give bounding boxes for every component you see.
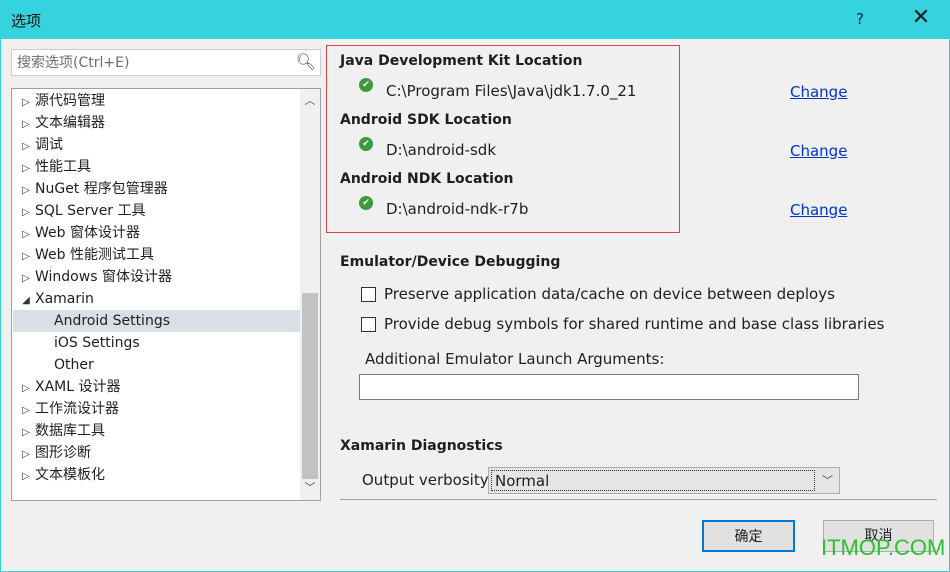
tree-item-label: Web 性能测试工具 xyxy=(35,247,154,263)
tree-item-label: iOS Settings xyxy=(54,335,140,351)
expand-arrow-icon[interactable]: ▷ xyxy=(17,422,35,444)
tree-item-label: Android Settings xyxy=(54,313,170,329)
verbosity-select[interactable]: Normal ﹀ xyxy=(488,467,840,494)
search-box: 🔍︎ xyxy=(11,49,321,76)
tree-item[interactable]: ▷ 源代码管理 xyxy=(13,90,300,112)
change-link[interactable]: Change xyxy=(790,83,847,101)
expand-arrow-icon[interactable]: ▷ xyxy=(17,378,35,400)
tree-item-label: 文本编辑器 xyxy=(35,115,105,131)
verbosity-value: Normal xyxy=(491,470,815,491)
expand-arrow-icon[interactable]: ▷ xyxy=(17,224,35,246)
divider xyxy=(340,499,937,500)
tree-item[interactable]: ▷ SQL Server 工具 xyxy=(13,200,300,222)
debug-symbols-label: Provide debug symbols for shared runtime… xyxy=(384,315,885,333)
location-path: ✔ D:\android-ndk-r7b xyxy=(359,196,529,218)
scroll-down-icon[interactable]: ﹀ xyxy=(300,479,320,495)
tree-item[interactable]: ▷ 文本编辑器 xyxy=(13,112,300,134)
location-path-text: D:\android-sdk xyxy=(386,141,497,159)
tree-item-label: 工作流设计器 xyxy=(35,401,119,417)
location-heading: Java Development Kit Location xyxy=(340,53,583,69)
expanded-arrow-icon[interactable]: ◢ xyxy=(17,290,35,312)
expand-arrow-icon[interactable]: ▷ xyxy=(17,444,35,466)
close-button[interactable]: ✕ xyxy=(909,5,933,30)
tree-item-label: 调试 xyxy=(35,137,63,153)
tree-item[interactable]: ▷ 性能工具 xyxy=(13,156,300,178)
tree-item[interactable]: ▷ 文本模板化 xyxy=(13,464,300,486)
location-path: ✔ D:\android-sdk xyxy=(359,137,497,159)
preserve-data-label: Preserve application data/cache on devic… xyxy=(384,285,835,303)
location-path-text: C:\Program Files\Java\jdk1.7.0_21 xyxy=(386,82,637,100)
tree-item-label: Other xyxy=(54,357,94,373)
tree-item-label: Web 窗体设计器 xyxy=(35,225,140,241)
location-path-text: D:\android-ndk-r7b xyxy=(386,200,529,218)
ok-button[interactable]: 确定 xyxy=(702,520,795,552)
search-input[interactable] xyxy=(12,50,292,75)
change-link[interactable]: Change xyxy=(790,142,847,160)
preserve-data-checkbox[interactable] xyxy=(361,287,376,302)
change-link[interactable]: Change xyxy=(790,201,847,219)
tree-item[interactable]: ▷ Web 窗体设计器 xyxy=(13,222,300,244)
expand-arrow-icon[interactable]: ▷ xyxy=(17,246,35,268)
location-heading: Android NDK Location xyxy=(340,171,514,187)
tree-item[interactable]: ▷ NuGet 程序包管理器 xyxy=(13,178,300,200)
expand-arrow-icon[interactable]: ▷ xyxy=(17,202,35,224)
debug-symbols-checkbox[interactable] xyxy=(361,317,376,332)
tree-item[interactable]: ▷ 工作流设计器 xyxy=(13,398,300,420)
title-bar: 选项 ? ✕ xyxy=(1,1,950,39)
scrollbar-thumb[interactable] xyxy=(302,293,318,479)
tree-item-label: NuGet 程序包管理器 xyxy=(35,181,168,197)
tree-item-label: 源代码管理 xyxy=(35,93,105,109)
tree-item-label: 图形诊断 xyxy=(35,445,91,461)
emulator-args-input[interactable] xyxy=(359,374,859,400)
emulator-heading: Emulator/Device Debugging xyxy=(340,254,561,270)
tree-item-label: SQL Server 工具 xyxy=(35,203,146,219)
tree-item-label: 数据库工具 xyxy=(35,423,105,439)
location-heading: Android SDK Location xyxy=(340,112,512,128)
tree-item[interactable]: Android Settings xyxy=(13,310,300,332)
tree-item[interactable]: ▷ Windows 窗体设计器 xyxy=(13,266,300,288)
tree-item-label: 文本模板化 xyxy=(35,467,105,483)
expand-arrow-icon[interactable]: ▷ xyxy=(17,92,35,114)
diagnostics-heading: Xamarin Diagnostics xyxy=(340,438,503,454)
tree-item[interactable]: ▷ XAML 设计器 xyxy=(13,376,300,398)
scroll-up-icon[interactable]: ︿ xyxy=(300,92,320,108)
expand-arrow-icon[interactable]: ▷ xyxy=(17,180,35,202)
check-ok-icon: ✔ xyxy=(359,137,373,151)
verbosity-label: Output verbosity: xyxy=(362,471,493,489)
tree-item-label: 性能工具 xyxy=(35,159,91,175)
expand-arrow-icon[interactable]: ▷ xyxy=(17,466,35,488)
tree-item-label: Windows 窗体设计器 xyxy=(35,269,172,285)
expand-arrow-icon[interactable]: ▷ xyxy=(17,158,35,180)
check-ok-icon: ✔ xyxy=(359,78,373,92)
tree-item[interactable]: iOS Settings xyxy=(13,332,300,354)
tree-item[interactable]: ▷ 数据库工具 xyxy=(13,420,300,442)
check-ok-icon: ✔ xyxy=(359,196,373,210)
expand-arrow-icon[interactable]: ▷ xyxy=(17,400,35,422)
window-title: 选项 xyxy=(11,12,42,30)
location-path: ✔ C:\Program Files\Java\jdk1.7.0_21 xyxy=(359,78,637,100)
options-tree: ▷ 源代码管理 ▷ 文本编辑器 ▷ 调试 ▷ 性能工具 ▷ NuGet 程序包管理器 ▷ SQL Se… xyxy=(11,88,321,501)
help-button[interactable]: ? xyxy=(856,10,864,28)
expand-arrow-icon[interactable]: ▷ xyxy=(17,136,35,158)
search-icon[interactable]: 🔍︎ xyxy=(296,52,316,71)
expand-arrow-icon[interactable]: ▷ xyxy=(17,114,35,136)
emulator-args-label: Additional Emulator Launch Arguments: xyxy=(365,350,665,368)
tree-item[interactable]: Other xyxy=(13,354,300,376)
tree-item[interactable]: ▷ 调试 xyxy=(13,134,300,156)
watermark: ITMOP.COM xyxy=(821,535,946,560)
tree-item[interactable]: ◢ Xamarin xyxy=(13,288,300,310)
tree-item[interactable]: ▷ 图形诊断 xyxy=(13,442,300,464)
tree-item[interactable]: ▷ Web 性能测试工具 xyxy=(13,244,300,266)
chevron-down-icon: ﹀ xyxy=(822,474,833,487)
expand-arrow-icon[interactable]: ▷ xyxy=(17,268,35,290)
tree-item-label: XAML 设计器 xyxy=(35,379,121,395)
tree-item-label: Xamarin xyxy=(35,291,94,307)
